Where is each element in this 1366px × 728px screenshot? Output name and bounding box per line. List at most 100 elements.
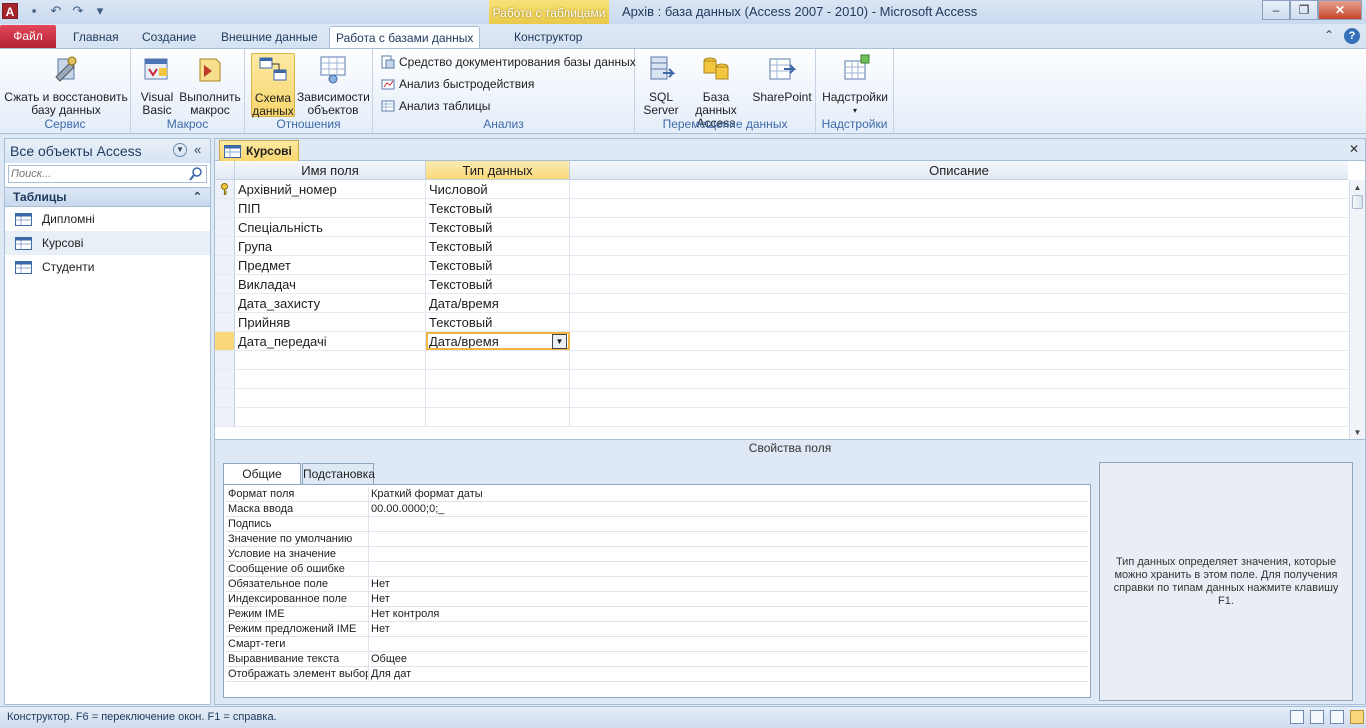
property-row[interactable]: Режим предложений IME Нет — [226, 622, 1088, 637]
scroll-thumb[interactable] — [1352, 195, 1363, 209]
visual-basic-button[interactable]: Visual Basic — [137, 53, 177, 117]
access-app-icon[interactable]: A — [2, 3, 18, 19]
data-type-cell[interactable]: Текстовый — [426, 199, 570, 217]
data-type-cell[interactable]: Текстовый — [426, 256, 570, 274]
nav-item-studenty[interactable]: Студенти — [5, 255, 210, 279]
relationships-button[interactable]: Схема данных — [251, 53, 295, 118]
field-name-cell[interactable]: Дата_захисту — [235, 294, 426, 312]
sharepoint-button[interactable]: SharePoint — [751, 53, 813, 104]
help-icon[interactable]: ? — [1344, 28, 1360, 44]
property-value[interactable]: Краткий формат даты — [369, 487, 483, 501]
row-selector[interactable] — [215, 370, 235, 388]
tab-database-tools[interactable]: Работа с базами данных — [329, 26, 481, 48]
property-row[interactable]: Условие на значение — [226, 547, 1088, 562]
nav-group-tables[interactable]: Таблицы ⌃ — [5, 187, 210, 207]
tab-external-data[interactable]: Внешние данные — [215, 26, 324, 48]
property-value[interactable]: 00.00.0000;0;_ — [369, 502, 444, 516]
row-selector[interactable] — [215, 351, 235, 369]
data-type-cell[interactable]: Текстовый — [426, 218, 570, 236]
field-name-cell[interactable] — [235, 389, 426, 407]
description-cell[interactable] — [570, 237, 1348, 255]
property-row[interactable]: Выравнивание текста Общее — [226, 652, 1088, 667]
object-dependencies-button[interactable]: Зависимости объектов — [297, 53, 370, 117]
tab-create[interactable]: Создание — [136, 26, 202, 48]
data-type-cell[interactable]: Дата/время — [426, 294, 570, 312]
tab-general[interactable]: Общие — [223, 463, 301, 485]
description-cell[interactable] — [570, 256, 1348, 274]
nav-item-diplomni[interactable]: Дипломні — [5, 207, 210, 231]
close-document-icon[interactable]: ✕ — [1349, 142, 1359, 156]
field-name-cell[interactable]: Викладач — [235, 275, 426, 293]
property-value[interactable]: Нет контроля — [369, 607, 439, 621]
close-window-button[interactable]: ✕ — [1318, 0, 1362, 20]
table-analyzer-button[interactable]: Анализ таблицы — [381, 97, 490, 115]
row-selector[interactable] — [215, 180, 235, 198]
select-all-corner[interactable] — [215, 161, 235, 179]
pivot-chart-view-icon[interactable] — [1330, 710, 1344, 724]
undo-icon[interactable]: ↶ — [48, 3, 64, 19]
document-tab-kursovi[interactable]: Курсові — [219, 140, 299, 161]
description-cell[interactable] — [570, 313, 1348, 331]
field-name-cell[interactable] — [235, 370, 426, 388]
description-cell[interactable] — [570, 218, 1348, 236]
compact-repair-button[interactable]: Сжать и восстановить базу данных — [4, 53, 128, 117]
row-selector[interactable] — [215, 313, 235, 331]
property-row[interactable]: Индексированное поле Нет — [226, 592, 1088, 607]
row-selector[interactable] — [215, 275, 235, 293]
data-type-cell[interactable] — [426, 389, 570, 407]
description-cell[interactable] — [570, 351, 1348, 369]
property-value[interactable]: Для дат — [369, 667, 411, 681]
datasheet-view-icon[interactable] — [1290, 710, 1304, 724]
property-row[interactable]: Значение по умолчанию — [226, 532, 1088, 547]
property-value[interactable]: Общее — [369, 652, 407, 666]
description-cell[interactable] — [570, 199, 1348, 217]
description-cell[interactable] — [570, 294, 1348, 312]
description-cell[interactable] — [570, 389, 1348, 407]
description-cell[interactable] — [570, 275, 1348, 293]
property-value[interactable]: Нет — [369, 592, 390, 606]
redo-icon[interactable]: ↷ — [70, 3, 86, 19]
database-documenter-button[interactable]: Средство документирования базы данных — [381, 53, 636, 71]
property-row[interactable]: Формат поля Краткий формат даты — [226, 487, 1088, 502]
row-selector[interactable] — [215, 218, 235, 236]
chevron-down-icon[interactable]: ▼ — [552, 334, 567, 349]
property-row[interactable]: Маска ввода 00.00.0000;0;_ — [226, 502, 1088, 517]
collapse-group-icon[interactable]: ⌃ — [193, 188, 202, 206]
property-value[interactable] — [369, 547, 371, 561]
nav-item-kursovi[interactable]: Курсові — [5, 231, 210, 255]
nav-menu-dropdown-icon[interactable]: ▼ — [173, 143, 187, 157]
data-type-cell[interactable]: Текстовый — [426, 237, 570, 255]
tab-lookup[interactable]: Подстановка — [302, 463, 375, 484]
data-type-select[interactable]: Дата/время ▼ — [426, 332, 570, 350]
property-value[interactable]: Нет — [369, 577, 390, 591]
performance-analyzer-button[interactable]: Анализ быстродействия — [381, 75, 534, 93]
property-row[interactable]: Сообщение об ошибке — [226, 562, 1088, 577]
property-row[interactable]: Подпись — [226, 517, 1088, 532]
property-row[interactable]: Отображать элемент выбора датыДля дат — [226, 667, 1088, 682]
row-selector[interactable] — [215, 294, 235, 312]
property-value[interactable] — [369, 532, 371, 546]
row-selector[interactable] — [215, 408, 235, 426]
row-selector[interactable] — [215, 256, 235, 274]
property-value[interactable] — [369, 637, 371, 651]
nav-search-input[interactable] — [9, 166, 189, 182]
minimize-button[interactable]: – — [1262, 0, 1290, 20]
search-icon[interactable] — [189, 167, 203, 181]
field-name-cell[interactable]: Спеціальність — [235, 218, 426, 236]
scroll-down-icon[interactable]: ▼ — [1350, 425, 1365, 440]
data-type-cell[interactable] — [426, 408, 570, 426]
field-name-cell[interactable] — [235, 351, 426, 369]
data-type-cell[interactable] — [426, 370, 570, 388]
property-row[interactable]: Режим IME Нет контроля — [226, 607, 1088, 622]
description-cell[interactable] — [570, 370, 1348, 388]
design-view-icon[interactable] — [1350, 710, 1364, 724]
field-name-cell[interactable]: Дата_передачі — [235, 332, 426, 350]
row-selector[interactable] — [215, 237, 235, 255]
field-name-cell[interactable]: Група — [235, 237, 426, 255]
property-value[interactable] — [369, 562, 371, 576]
sql-server-button[interactable]: SQL Server — [639, 53, 683, 117]
scroll-up-icon[interactable]: ▲ — [1350, 180, 1365, 195]
property-value[interactable]: Нет — [369, 622, 390, 636]
run-macro-button[interactable]: Выполнить макрос — [179, 53, 241, 117]
pivot-table-view-icon[interactable] — [1310, 710, 1324, 724]
